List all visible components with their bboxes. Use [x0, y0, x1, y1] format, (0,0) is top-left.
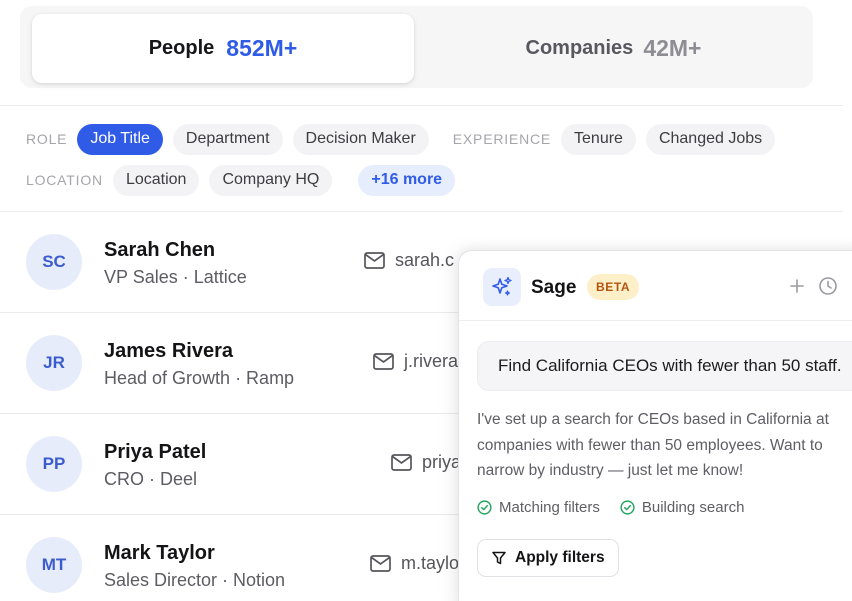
- sage-header: Sage BETA: [459, 251, 852, 321]
- sage-assistant-panel: Sage BETA Find California CEOs with fewe…: [458, 250, 852, 601]
- check-circle-icon: [620, 500, 635, 515]
- filter-group-experience-label: EXPERIENCE: [452, 131, 552, 147]
- check-circle-icon: [477, 500, 492, 515]
- tab-companies[interactable]: Companies 42M+: [414, 14, 813, 83]
- tab-people-label: People: [148, 37, 215, 59]
- filter-group-location-label: LOCATION: [26, 172, 103, 188]
- sage-title: Sage: [531, 277, 577, 298]
- contact-email-text: sarah.c: [395, 250, 455, 270]
- divider: [0, 105, 843, 106]
- contact-email[interactable]: j.rivera: [373, 351, 458, 372]
- contact-email[interactable]: priya: [391, 452, 461, 473]
- user-prompt-bubble: Find California CEOs with fewer than 50 …: [477, 341, 852, 391]
- contact-email-text: priya: [422, 452, 462, 472]
- filter-icon: [492, 551, 506, 565]
- mail-icon: [364, 252, 385, 269]
- contact-name[interactable]: Priya Patel: [104, 441, 206, 464]
- user-prompt-text: Find California CEOs with fewer than 50 …: [498, 356, 842, 375]
- search-type-tabs: People 852M+ Companies 42M+: [20, 6, 813, 88]
- avatar: MT: [26, 537, 82, 593]
- filter-chip-decision-maker[interactable]: Decision Maker: [292, 123, 429, 155]
- history-icon[interactable]: [817, 275, 839, 297]
- filter-chip-job-title[interactable]: Job Title: [77, 123, 163, 155]
- contact-email-text: j.rivera: [404, 351, 459, 371]
- contact-name[interactable]: Mark Taylor: [104, 542, 215, 565]
- avatar: SC: [26, 234, 82, 290]
- status-item: Matching filters: [477, 499, 600, 516]
- filter-row-location: LOCATION Location Company HQ +16 more: [26, 164, 465, 196]
- plus-icon[interactable]: [786, 275, 808, 297]
- contact-email[interactable]: sarah.c: [364, 250, 454, 271]
- avatar: JR: [26, 335, 82, 391]
- contact-title-company: CRO · Deel: [104, 469, 198, 489]
- filter-chip-changed-jobs[interactable]: Changed Jobs: [645, 123, 776, 155]
- apply-filters-label: Apply filters: [515, 549, 605, 566]
- filter-chip-company-hq[interactable]: Company HQ: [209, 164, 333, 196]
- tab-companies-label: Companies: [525, 37, 634, 59]
- sparkles-icon: [483, 268, 521, 306]
- filter-chip-location[interactable]: Location: [112, 164, 200, 196]
- mail-icon: [370, 555, 391, 572]
- contact-title-company: VP Sales · Lattice: [104, 267, 247, 287]
- tab-companies-count: 42M+: [643, 35, 702, 61]
- status-label: Matching filters: [499, 499, 600, 516]
- assistant-reply: I've set up a search for CEOs based in C…: [477, 411, 829, 479]
- filter-group-role-label: ROLE: [26, 131, 68, 147]
- filter-chip-department[interactable]: Department: [172, 123, 283, 155]
- filter-row-role-experience: ROLE Job Title Department Decision Maker…: [26, 123, 785, 155]
- contact-email[interactable]: m.taylo: [370, 553, 459, 574]
- apply-filters-button[interactable]: Apply filters: [477, 539, 619, 577]
- filter-chip-tenure[interactable]: Tenure: [561, 123, 636, 155]
- tab-people[interactable]: People 852M+: [32, 14, 414, 83]
- contact-name[interactable]: James Rivera: [104, 340, 233, 363]
- beta-badge: BETA: [587, 274, 640, 300]
- status-item: Building search: [620, 499, 745, 516]
- avatar: PP: [26, 436, 82, 492]
- contact-email-text: m.taylo: [401, 553, 460, 573]
- tab-people-count: 852M+: [226, 35, 298, 61]
- mail-icon: [391, 454, 412, 471]
- more-filters-button[interactable]: +16 more: [358, 164, 456, 196]
- status-list: Matching filters Building search: [477, 499, 744, 516]
- contact-title-company: Head of Growth · Ramp: [104, 368, 295, 388]
- status-label: Building search: [641, 499, 745, 516]
- contact-name[interactable]: Sarah Chen: [104, 239, 215, 262]
- contact-title-company: Sales Director · Notion: [104, 570, 286, 590]
- mail-icon: [373, 353, 394, 370]
